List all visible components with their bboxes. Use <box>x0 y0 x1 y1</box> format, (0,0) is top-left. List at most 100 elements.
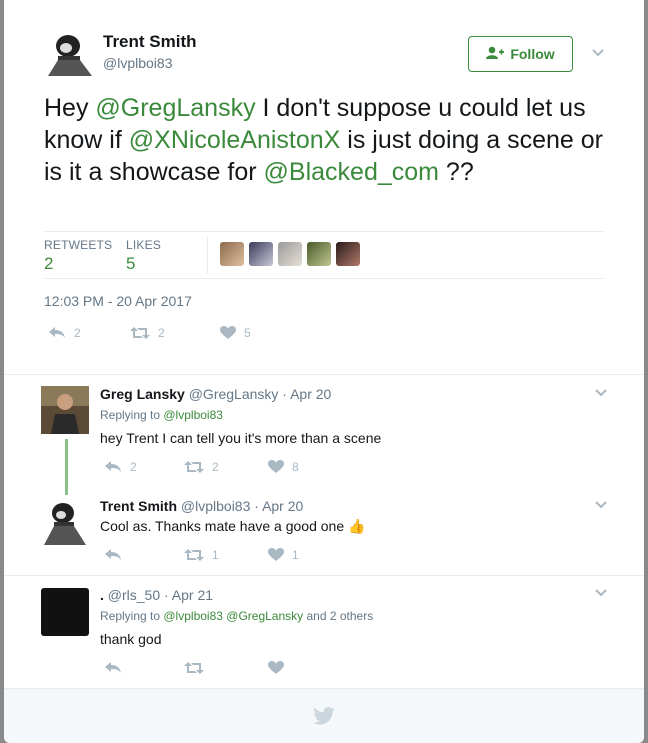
heart-icon <box>268 460 284 474</box>
reply-icon <box>104 661 122 675</box>
retweet-button[interactable]: 1 <box>184 548 268 562</box>
reply-button[interactable] <box>104 548 184 562</box>
reply-date[interactable]: Apr 20 <box>290 386 331 402</box>
retweet-count: 2 <box>158 326 165 340</box>
tweet-timestamp: 12:03 PM - 20 Apr 2017 <box>44 293 192 309</box>
tweet-text-part: ?? <box>438 158 474 186</box>
retweet-icon <box>184 548 204 562</box>
chevron-down-icon[interactable] <box>594 586 608 600</box>
separator: · <box>160 587 172 603</box>
mention-link[interactable]: @XNicoleAnistonX <box>129 126 341 154</box>
reply-actions <box>104 661 292 675</box>
retweet-button[interactable]: 2 <box>184 460 268 474</box>
like-button[interactable]: 1 <box>268 548 299 562</box>
tweet-text-part: Hey <box>44 94 96 122</box>
author-avatar[interactable] <box>44 30 96 78</box>
tweet-text: Hey @GregLansky I don't suppose u could … <box>44 92 614 188</box>
reply-text: thank god <box>100 631 162 647</box>
like-count: 1 <box>292 548 299 562</box>
separator: · <box>278 386 291 402</box>
retweets-label: RETWEETS <box>44 238 113 252</box>
retweet-count: 1 <box>212 548 219 562</box>
reply-icon <box>104 460 122 474</box>
reply-icon <box>48 326 66 340</box>
chevron-down-icon[interactable] <box>594 498 608 512</box>
replying-to: Replying to @lvplboi83 <box>100 408 223 422</box>
retweet-icon <box>130 326 150 340</box>
likes-label: LIKES <box>126 238 162 252</box>
thread-line <box>65 439 68 495</box>
reply-actions: 2 2 8 <box>104 460 299 474</box>
tweet-stats: RETWEETS 2 LIKES 5 <box>44 231 604 279</box>
replying-to-others[interactable]: and 2 others <box>303 609 373 623</box>
reply-text: hey Trent I can tell you it's more than … <box>100 430 382 446</box>
replying-to-mention[interactable]: @lvplboi83 @GregLansky <box>163 609 303 623</box>
mention-link[interactable]: @Blacked_com <box>264 158 439 186</box>
reply-author-name[interactable]: . <box>100 587 104 603</box>
reply-avatar[interactable] <box>41 588 89 636</box>
reply-button[interactable]: 2 <box>48 326 130 340</box>
likes-count: 5 <box>126 254 136 273</box>
author-name[interactable]: Trent Smith <box>103 32 197 52</box>
twitter-bird-icon <box>313 707 335 730</box>
reply-author[interactable]: Greg Lansky @GregLansky · Apr 20 <box>100 386 331 402</box>
liker-avatar[interactable] <box>336 242 360 266</box>
reply-author-handle[interactable]: @rls_50 <box>108 587 160 603</box>
retweet-icon <box>184 661 204 675</box>
like-button[interactable] <box>268 661 292 675</box>
divider <box>4 575 644 576</box>
reply-count: 2 <box>130 460 137 474</box>
reply-text-body: Cool as. Thanks mate have a good one <box>100 518 345 534</box>
reply-button[interactable] <box>104 661 184 675</box>
heart-icon <box>268 548 284 562</box>
reply-actions: 1 1 <box>104 548 299 562</box>
divider <box>4 374 644 375</box>
retweets-stat[interactable]: RETWEETS 2 <box>44 238 112 274</box>
tweet-actions: 2 2 5 <box>48 326 251 340</box>
like-button[interactable]: 5 <box>220 326 251 340</box>
reply-text: Cool as. Thanks mate have a good one 👍 <box>100 518 365 535</box>
retweets-count: 2 <box>44 254 54 273</box>
thumbs-up-emoji: 👍 <box>348 518 366 534</box>
replying-to-mention[interactable]: @lvplboi83 <box>163 408 223 422</box>
reply-avatar[interactable] <box>41 498 89 546</box>
likers-avatars <box>220 242 360 266</box>
retweet-count: 2 <box>212 460 219 474</box>
liker-avatar[interactable] <box>278 242 302 266</box>
like-count: 8 <box>292 460 299 474</box>
retweet-icon <box>184 460 204 474</box>
liker-avatar[interactable] <box>249 242 273 266</box>
tweet-modal: Trent Smith @lvplboi83 Follow Hey @GregL… <box>4 0 644 743</box>
reply-author[interactable]: . @rls_50 · Apr 21 <box>100 587 213 603</box>
reply-avatar[interactable] <box>41 386 89 434</box>
like-button[interactable]: 8 <box>268 460 299 474</box>
reply-author-handle[interactable]: @lvplboi83 <box>181 498 250 514</box>
reply-count: 2 <box>74 326 81 340</box>
reply-author-handle[interactable]: @GregLansky <box>189 386 279 402</box>
separator: · <box>250 498 263 514</box>
author-handle[interactable]: @lvplboi83 <box>103 55 172 71</box>
liker-avatar[interactable] <box>307 242 331 266</box>
retweet-button[interactable]: 2 <box>130 326 220 340</box>
likes-stat[interactable]: LIKES 5 <box>126 238 161 274</box>
reply-author-name[interactable]: Greg Lansky <box>100 386 185 402</box>
follow-label: Follow <box>510 46 555 62</box>
liker-avatar[interactable] <box>220 242 244 266</box>
reply-author[interactable]: Trent Smith @lvplboi83 · Apr 20 <box>100 498 303 514</box>
chevron-down-icon[interactable] <box>594 386 608 400</box>
follow-button[interactable]: Follow <box>468 36 573 72</box>
reply-author-name[interactable]: Trent Smith <box>100 498 177 514</box>
replying-to-label: Replying to <box>100 609 164 623</box>
modal-footer <box>4 688 644 743</box>
retweet-button[interactable] <box>184 661 268 675</box>
heart-icon <box>268 661 284 675</box>
stats-divider <box>207 236 208 274</box>
reply-button[interactable]: 2 <box>104 460 184 474</box>
reply-date[interactable]: Apr 20 <box>262 498 303 514</box>
like-count: 5 <box>244 326 251 340</box>
reply-date[interactable]: Apr 21 <box>172 587 213 603</box>
replying-to-label: Replying to <box>100 408 164 422</box>
mention-link[interactable]: @GregLansky <box>95 94 255 122</box>
replying-to: Replying to @lvplboi83 @GregLansky and 2… <box>100 609 373 623</box>
chevron-down-icon[interactable] <box>591 46 605 60</box>
